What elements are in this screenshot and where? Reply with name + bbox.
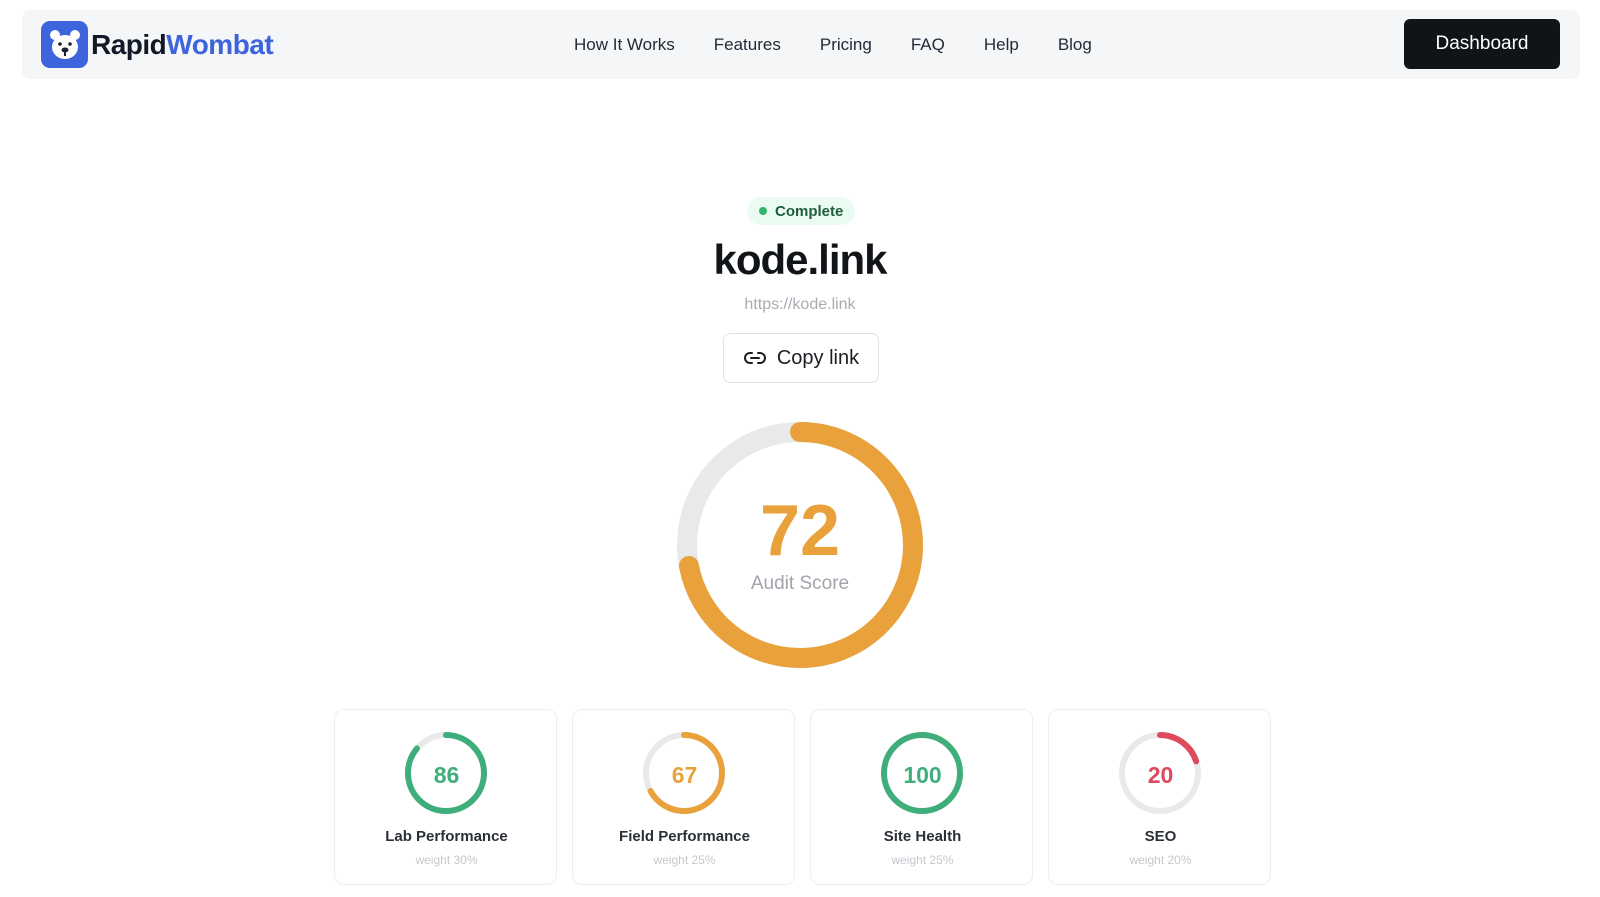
category-score: 86 [433, 762, 460, 788]
nav-link-faq[interactable]: FAQ [911, 35, 945, 55]
category-name: Lab Performance [385, 828, 508, 845]
main-nav: How It Works Features Pricing FAQ Help B… [574, 10, 1131, 79]
category-score: 67 [671, 762, 698, 788]
wombat-face-icon [41, 21, 88, 68]
category-score: 20 [1147, 762, 1174, 788]
brand-name: RapidWombat [91, 28, 274, 61]
nav-link-blog[interactable]: Blog [1058, 35, 1092, 55]
status-text: Complete [775, 202, 844, 220]
site-title: kode.link [713, 236, 887, 283]
status-badge: Complete [747, 197, 856, 225]
category-card-seo[interactable]: 20 SEO weight 20% [1048, 709, 1271, 885]
nav-link-features[interactable]: Features [714, 35, 781, 55]
category-cards: 86 Lab Performance weight 30% 67 Field P… [334, 709, 1271, 885]
status-dot-icon [759, 207, 767, 215]
nav-link-help[interactable]: Help [984, 35, 1019, 55]
brand-name-part1: Rapid [91, 28, 167, 60]
nav-link-how-it-works[interactable]: How It Works [574, 35, 675, 55]
audit-score-value: 72 [759, 491, 841, 571]
category-name: SEO [1144, 828, 1177, 845]
category-card-lab-performance[interactable]: 86 Lab Performance weight 30% [334, 709, 557, 885]
category-weight: weight 20% [1129, 853, 1192, 867]
brand-name-part2: Wombat [166, 28, 274, 60]
category-name: Site Health [883, 828, 962, 845]
dashboard-button[interactable]: Dashboard [1404, 19, 1560, 69]
category-name: Field Performance [619, 828, 750, 845]
top-navbar: RapidWombat How It Works Features Pricin… [22, 10, 1580, 79]
nav-link-pricing[interactable]: Pricing [820, 35, 872, 55]
link-icon [743, 352, 766, 364]
category-card-site-health[interactable]: 100 Site Health weight 25% [810, 709, 1033, 885]
audit-score-label: Audit Score [750, 573, 850, 594]
brand-logo[interactable]: RapidWombat [41, 21, 274, 68]
category-weight: weight 30% [415, 853, 478, 867]
category-score: 100 [903, 762, 942, 788]
category-card-field-performance[interactable]: 67 Field Performance weight 25% [572, 709, 795, 885]
category-weight: weight 25% [891, 853, 954, 867]
site-url: https://kode.link [744, 296, 856, 313]
category-weight: weight 25% [653, 853, 716, 867]
copy-link-button[interactable]: Copy link [723, 333, 879, 383]
copy-link-label: Copy link [776, 346, 860, 369]
